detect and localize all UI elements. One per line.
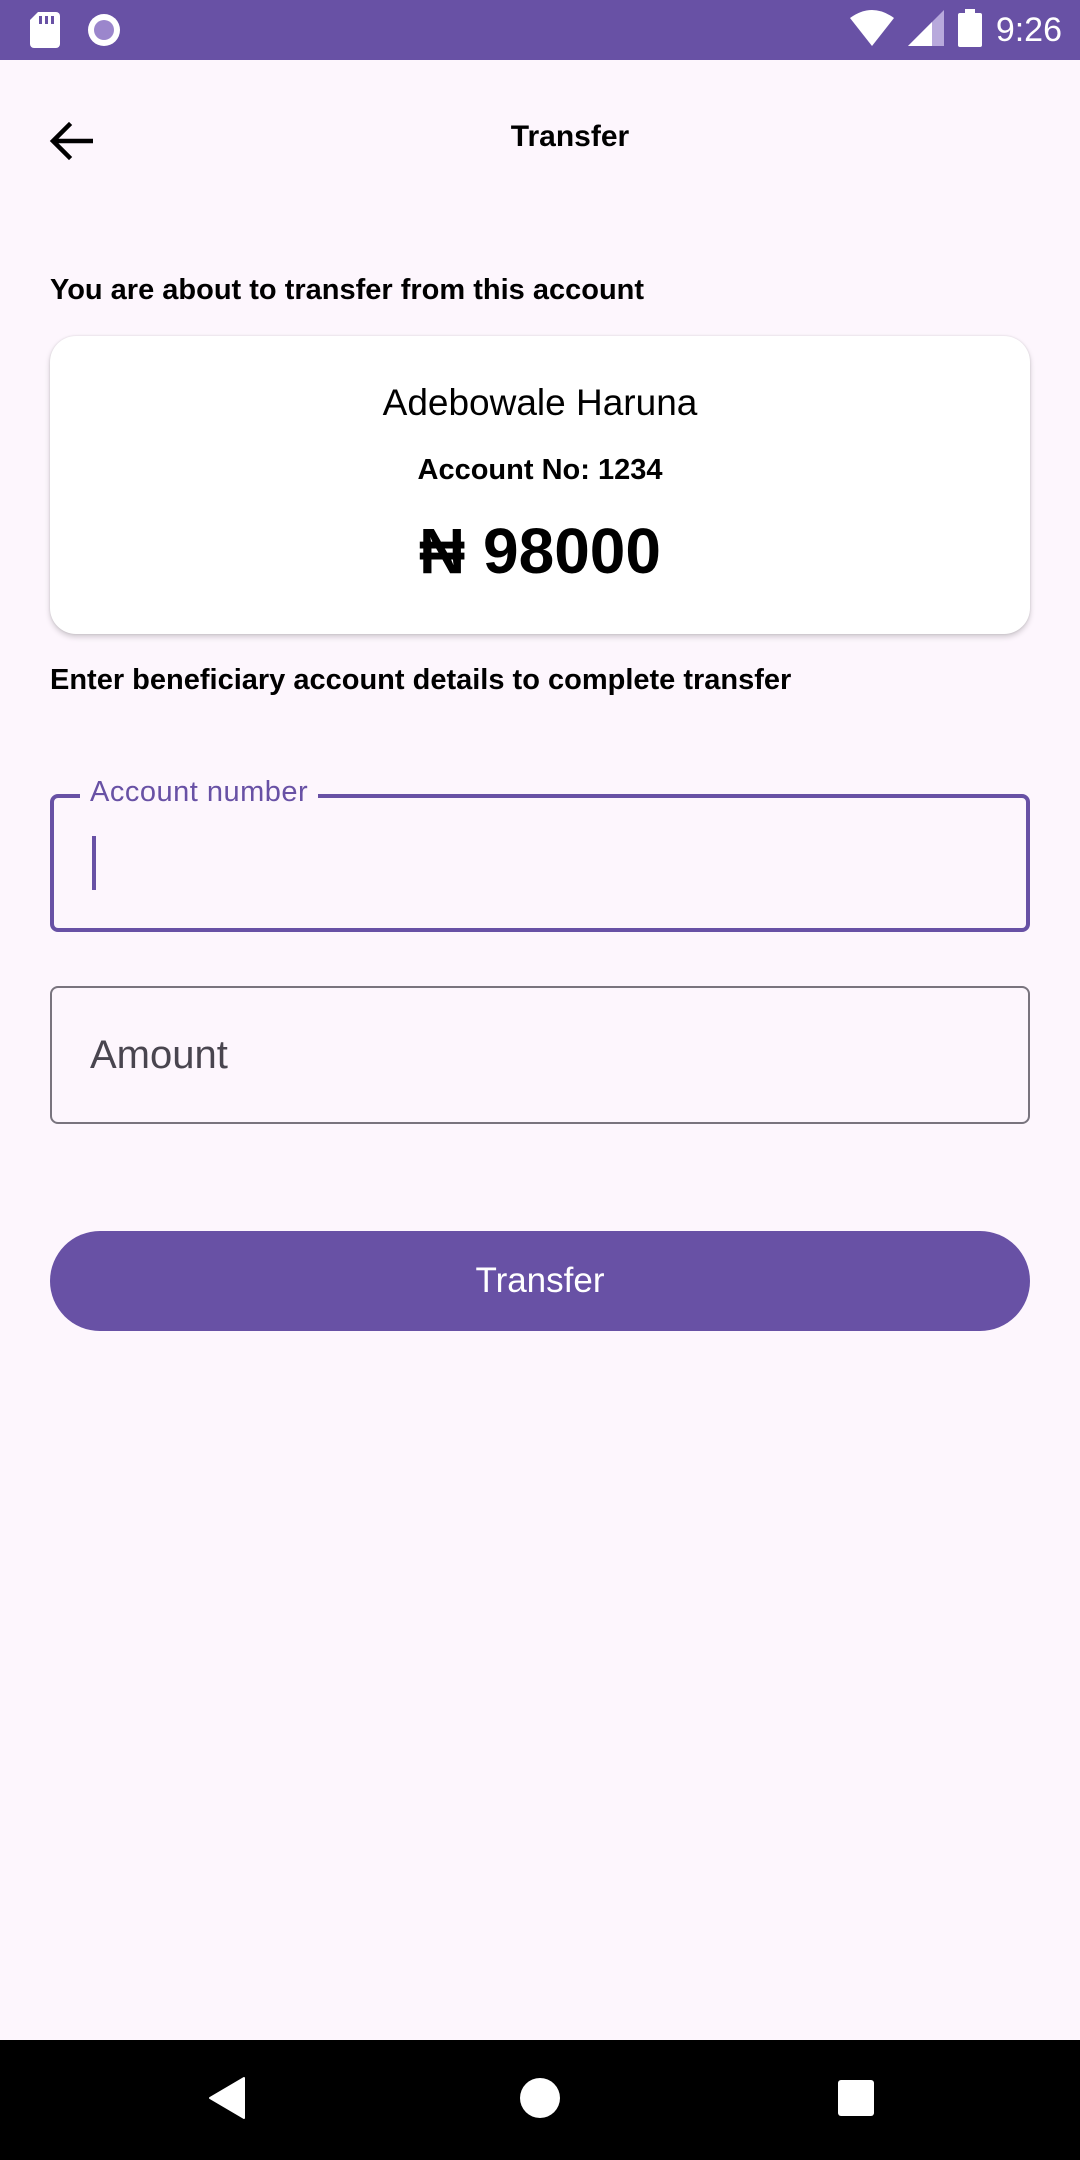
beneficiary-label: Enter beneficiary account details to com… [50, 664, 792, 696]
nav-back-button[interactable] [196, 2070, 256, 2130]
status-time: 9:26 [995, 11, 1062, 49]
recents-square-icon [836, 2078, 876, 2123]
account-number-field[interactable]: Account number [50, 776, 1030, 932]
status-bar: 9:26 [0, 0, 1080, 60]
sd-card-icon [30, 12, 60, 53]
account-balance: ₦ 98000 [419, 515, 661, 587]
back-triangle-icon [206, 2076, 246, 2125]
text-cursor [92, 836, 96, 890]
wifi-icon [849, 9, 894, 51]
nav-home-button[interactable] [510, 2070, 570, 2130]
account-number-input[interactable] [90, 834, 994, 894]
system-nav-bar [0, 2040, 1080, 2160]
account-holder-name: Adebowale Haruna [382, 382, 698, 423]
amount-field[interactable] [50, 986, 1030, 1124]
nav-recents-button[interactable] [826, 2070, 886, 2130]
page-title: Transfer [510, 120, 630, 153]
amount-input[interactable] [88, 1022, 992, 1088]
account-number-field-label: Account number [80, 776, 319, 809]
transfer-button[interactable]: Transfer [50, 1231, 1030, 1331]
signal-icon [907, 9, 944, 51]
account-number-text: Account No: 1234 [417, 454, 663, 486]
battery-icon [957, 8, 982, 52]
source-account-card: Adebowale Haruna Account No: 1234 ₦ 9800… [50, 336, 1030, 634]
home-circle-icon [518, 2076, 562, 2125]
record-icon [86, 12, 122, 53]
app-bar: Transfer [0, 60, 1080, 220]
source-account-label: You are about to transfer from this acco… [50, 274, 645, 306]
